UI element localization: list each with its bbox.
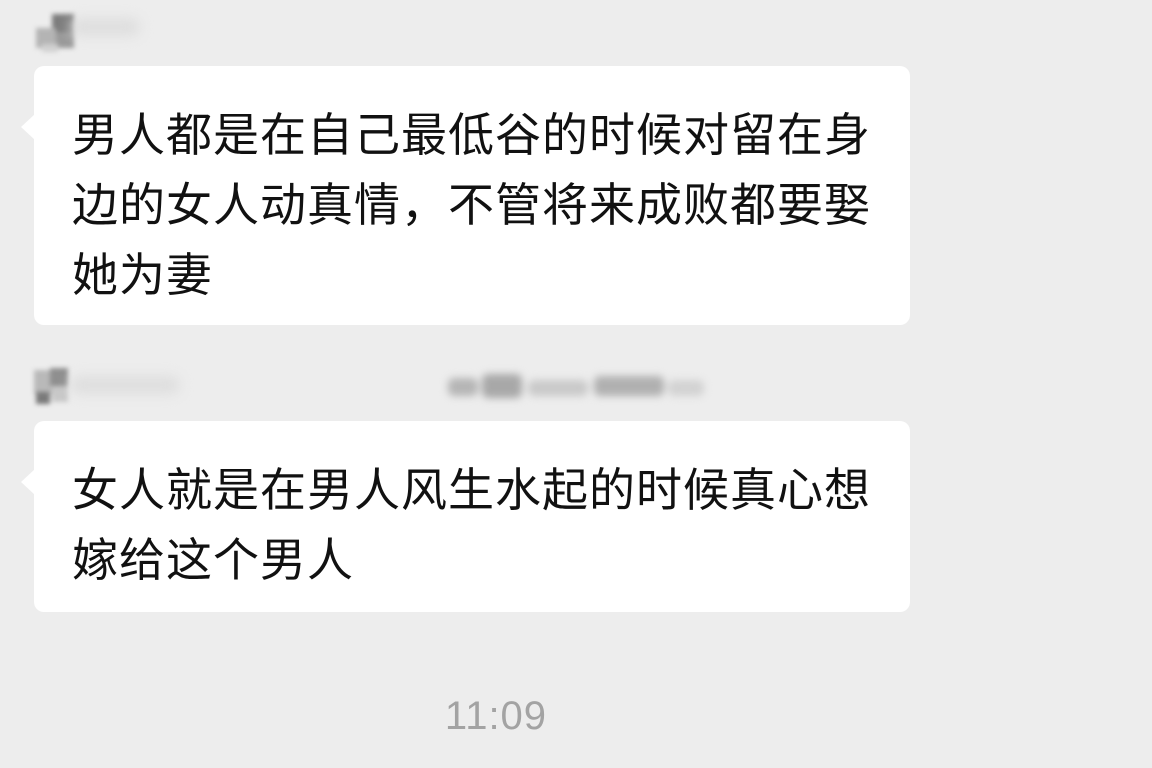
sender-name-blurred [448,372,708,402]
timestamp: 11:09 [444,694,548,738]
message-text: 女人就是在男人风生水起的时候真心想嫁给这个男人 [72,463,871,587]
message-text: 男人都是在自己最低谷的时候对留在身边的女人动真情，不管将来成败都要娶她为妻 [72,108,871,302]
avatar-smudge [70,18,140,36]
sender-avatar-1[interactable] [36,14,76,54]
sender-avatar-2[interactable] [30,366,70,406]
message-bubble[interactable]: 女人就是在男人风生水起的时候真心想嫁给这个男人 [21,421,910,612]
chat-view: 男人都是在自己最低谷的时候对留在身边的女人动真情，不管将来成败都要娶她为妻 女人… [0,0,1152,768]
avatar-smudge [70,376,180,394]
message-bubble[interactable]: 男人都是在自己最低谷的时候对留在身边的女人动真情，不管将来成败都要娶她为妻 [21,66,910,325]
